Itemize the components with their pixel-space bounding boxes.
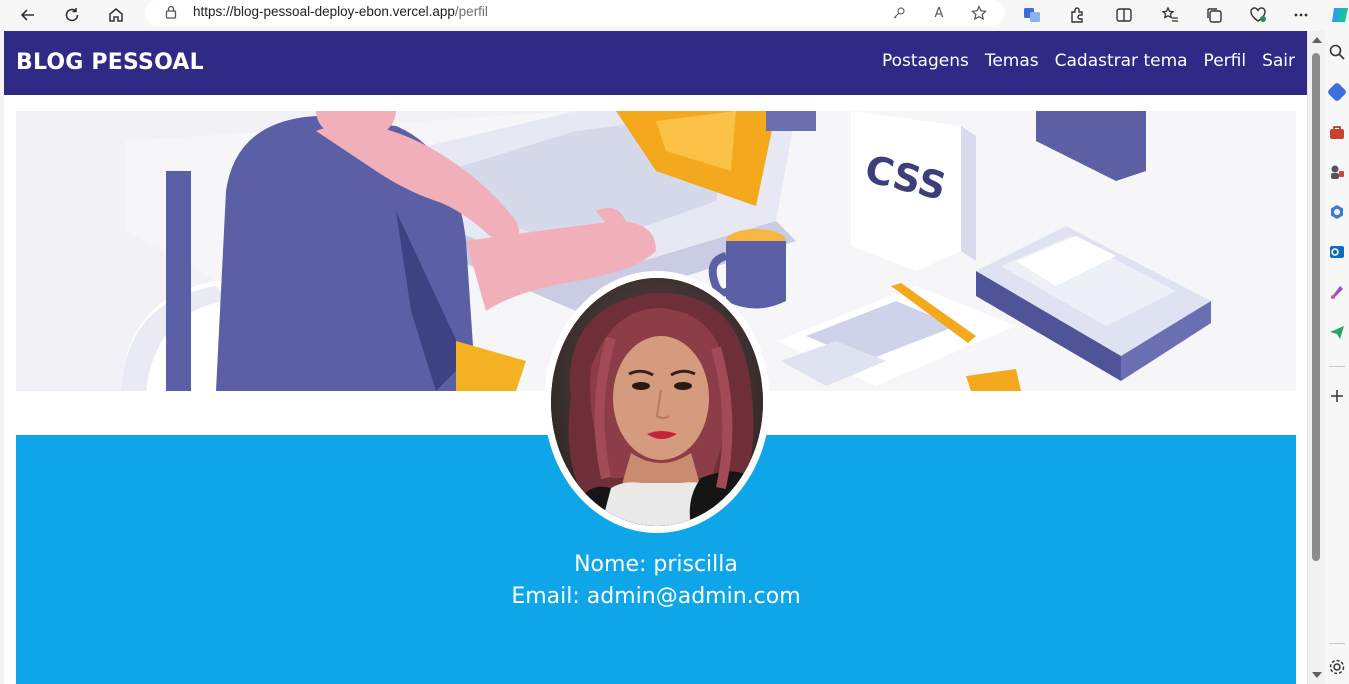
url-text: https://blog-pessoal-deploy-ebon.vercel.… — [193, 4, 488, 19]
favorite-star-icon[interactable] — [968, 2, 990, 24]
sidebar-divider-bottom — [1329, 643, 1345, 644]
nav-link-cadastrar-tema[interactable]: Cadastrar tema — [1055, 51, 1188, 71]
designer-icon[interactable] — [1328, 283, 1346, 301]
outlook-icon[interactable] — [1328, 243, 1346, 261]
extensions-icon[interactable] — [1065, 3, 1089, 27]
page-viewport: BLOG PESSOAL Postagens Temas Cadastrar t… — [4, 31, 1307, 684]
nav-links: Postagens Temas Cadastrar tema Perfil Sa… — [882, 51, 1295, 71]
nav-link-sair[interactable]: Sair — [1262, 51, 1295, 71]
browser-sidebar — [1325, 31, 1349, 684]
lock-icon — [165, 5, 177, 19]
brand-title[interactable]: BLOG PESSOAL — [16, 50, 204, 75]
key-icon[interactable] — [888, 2, 910, 24]
nav-link-perfil[interactable]: Perfil — [1204, 51, 1247, 71]
home-icon[interactable] — [104, 3, 128, 27]
profile-details: Nome: priscilla Email: admin@admin.com — [16, 549, 1296, 613]
discover-icon[interactable] — [1326, 81, 1348, 103]
shopping-icon[interactable] — [1328, 123, 1346, 141]
read-aloud-icon[interactable]: A — [928, 2, 950, 24]
scroll-down-icon[interactable] — [1312, 672, 1322, 678]
profile-name: Nome: priscilla — [574, 552, 738, 577]
nav-link-postagens[interactable]: Postagens — [882, 51, 969, 71]
browser-toolbar: https://blog-pessoal-deploy-ebon.vercel.… — [0, 0, 1349, 31]
scroll-up-icon[interactable] — [1312, 37, 1322, 43]
add-icon[interactable] — [1328, 387, 1346, 405]
collections-icon[interactable] — [1202, 3, 1226, 27]
avatar-photo — [551, 278, 763, 526]
games-icon[interactable] — [1328, 163, 1346, 181]
profile-email: Email: admin@admin.com — [511, 584, 801, 609]
scrollbar-thumb[interactable] — [1312, 53, 1320, 561]
translate-icon[interactable] — [1020, 3, 1044, 27]
copilot-icon[interactable] — [1328, 3, 1349, 27]
profile-avatar — [544, 271, 770, 533]
page-scrollbar[interactable] — [1307, 31, 1325, 684]
browser-essentials-icon[interactable] — [1246, 3, 1270, 27]
nav-link-temas[interactable]: Temas — [985, 51, 1039, 71]
microsoft-365-icon[interactable] — [1328, 203, 1346, 221]
more-options-icon[interactable] — [1289, 3, 1313, 27]
favorites-icon[interactable] — [1158, 3, 1182, 27]
top-navbar: BLOG PESSOAL Postagens Temas Cadastrar t… — [4, 31, 1307, 95]
sidebar-divider — [1329, 366, 1345, 367]
back-icon[interactable] — [16, 3, 40, 27]
split-screen-icon[interactable] — [1112, 3, 1136, 27]
search-icon[interactable] — [1328, 43, 1346, 61]
address-bar[interactable]: https://blog-pessoal-deploy-ebon.vercel.… — [145, 0, 1005, 26]
send-icon[interactable] — [1328, 323, 1346, 341]
refresh-icon[interactable] — [60, 3, 84, 27]
settings-icon[interactable] — [1328, 658, 1346, 676]
